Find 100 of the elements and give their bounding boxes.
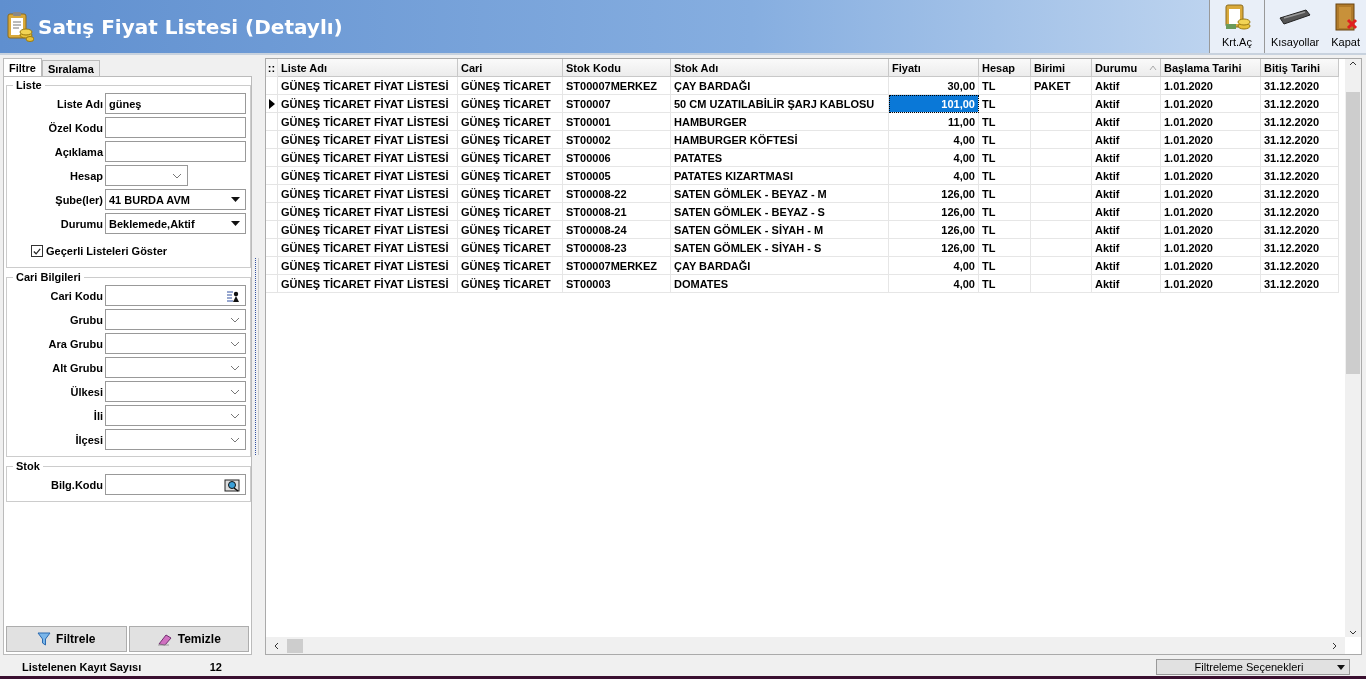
scroll-up-icon[interactable] (1349, 61, 1357, 66)
caret-down-icon (231, 221, 240, 226)
table-cell: TL (979, 95, 1031, 113)
table-cell: GÜNEŞ TİCARET (458, 113, 563, 131)
dropdown-field[interactable] (105, 405, 246, 426)
table-cell: GÜNEŞ TİCARET FİYAT LİSTESİ (278, 239, 458, 257)
scroll-left-icon[interactable] (274, 641, 279, 650)
table-cell (1031, 131, 1092, 149)
column-header[interactable]: Başlama Tarihi (1161, 59, 1261, 77)
table-cell: Aktif (1092, 95, 1161, 113)
vertical-scrollbar[interactable] (1345, 59, 1361, 637)
table-cell: 126,00 (889, 185, 979, 203)
field-label: Hesap (68, 169, 103, 182)
table-cell (1031, 95, 1092, 113)
shortcuts-button[interactable]: Kısayollar (1264, 0, 1326, 53)
lookup-field[interactable] (105, 474, 246, 495)
dropdown-field[interactable] (105, 165, 188, 186)
table-cell: ST00001 (563, 113, 671, 131)
dropdown-field[interactable]: 41 BURDA AVM (105, 189, 246, 210)
chevron-down-icon (230, 364, 240, 371)
table-cell: GÜNEŞ TİCARET (458, 95, 563, 113)
table-cell: GÜNEŞ TİCARET FİYAT LİSTESİ (278, 167, 458, 185)
table-cell: HAMBURGER (671, 113, 889, 131)
group-title: Liste (15, 79, 43, 91)
table-cell: 1.01.2020 (1161, 77, 1261, 95)
table-cell: Aktif (1092, 131, 1161, 149)
column-header[interactable]: Hesap (979, 59, 1031, 77)
table-cell: GÜNEŞ TİCARET (458, 149, 563, 167)
lookup-field[interactable] (105, 285, 246, 306)
column-header[interactable]: Bitiş Tarihi (1261, 59, 1339, 77)
grid-row[interactable]: GÜNEŞ TİCARET FİYAT LİSTESİ GÜNEŞ TİCARET ST00002 HAMBURGER KÖFTESİ 4,00 TL Aktif 1.01.2020 31.12.2020 (266, 131, 1345, 149)
chevron-down-icon (230, 316, 240, 323)
grid-corner-handle[interactable]: :: (266, 59, 278, 77)
scroll-right-icon[interactable] (1332, 641, 1337, 650)
chevron-down-icon (230, 388, 240, 395)
table-cell: TL (979, 203, 1031, 221)
dropdown-field[interactable] (105, 333, 246, 354)
grid-row[interactable]: GÜNEŞ TİCARET FİYAT LİSTESİ GÜNEŞ TİCARET ST00008-23 SATEN GÖMLEK - SİYAH - S 126,00 TL Aktif 1.01.2020 31.12.2020 (266, 239, 1345, 257)
grid-row[interactable]: GÜNEŞ TİCARET FİYAT LİSTESİ GÜNEŞ TİCARET ST00008-24 SATEN GÖMLEK - SİYAH - M 126,00 TL Aktif 1.01.2020 31.12.2020 (266, 221, 1345, 239)
table-cell: 1.01.2020 (1161, 95, 1261, 113)
table-cell: GÜNEŞ TİCARET (458, 131, 563, 149)
chevron-down-icon (230, 412, 240, 419)
table-cell (1031, 185, 1092, 203)
table-cell: TL (979, 257, 1031, 275)
column-header[interactable]: Stok Adı (671, 59, 889, 77)
grid-row[interactable]: GÜNEŞ TİCARET FİYAT LİSTESİ GÜNEŞ TİCARET ST00007 50 CM UZATILABİLİR ŞARJ KABLOSU 101,00 TL Aktif 1.01.2020 31.12.2020 (266, 95, 1345, 113)
grid-row[interactable]: GÜNEŞ TİCARET FİYAT LİSTESİ GÜNEŞ TİCARET ST00005 PATATES KIZARTMASI 4,00 TL Aktif 1.01.2020 31.12.2020 (266, 167, 1345, 185)
column-header[interactable]: Cari (458, 59, 563, 77)
tab[interactable]: Filtre (3, 58, 42, 76)
grid-row[interactable]: GÜNEŞ TİCARET FİYAT LİSTESİ GÜNEŞ TİCARET ST00007MERKEZ ÇAY BARDAĞI 4,00 TL Aktif 1.01.2020 31.12.2020 (266, 257, 1345, 275)
input-field[interactable] (105, 141, 246, 162)
table-cell: 101,00 (889, 95, 979, 113)
column-header[interactable]: Fiyatı (889, 59, 979, 77)
scroll-thumb[interactable] (1346, 92, 1360, 374)
dropdown-field[interactable] (105, 429, 246, 450)
filter-options-dropdown[interactable]: Filtreleme Seçenekleri (1156, 659, 1350, 675)
splitter-handle[interactable] (255, 258, 259, 455)
grid-row[interactable]: GÜNEŞ TİCARET FİYAT LİSTESİ GÜNEŞ TİCARET ST00001 HAMBURGER 11,00 TL Aktif 1.01.2020 31.12.2020 (266, 113, 1345, 131)
filter-button[interactable]: Filtrele (6, 626, 127, 652)
table-cell: Aktif (1092, 239, 1161, 257)
table-cell: 4,00 (889, 257, 979, 275)
table-cell: GÜNEŞ TİCARET FİYAT LİSTESİ (278, 149, 458, 167)
column-header[interactable]: Durumu (1092, 59, 1161, 77)
magnifier-book-icon (224, 477, 240, 492)
scroll-thumb[interactable] (287, 638, 303, 653)
table-cell: ST00008-22 (563, 185, 671, 203)
record-count-label: Listelenen Kayıt Sayısı (22, 661, 143, 673)
column-header[interactable]: Stok Kodu (563, 59, 671, 77)
clear-button[interactable]: Temizle (128, 626, 249, 652)
input-field[interactable]: güneş (105, 93, 246, 114)
grid-row[interactable]: GÜNEŞ TİCARET FİYAT LİSTESİ GÜNEŞ TİCARET ST00003 DOMATES 4,00 TL Aktif 1.01.2020 31.12.2020 (266, 275, 1345, 293)
field-label: Ara Grubu (47, 337, 103, 350)
table-cell: Aktif (1092, 221, 1161, 239)
dropdown-field[interactable] (105, 309, 246, 330)
grid-row[interactable]: GÜNEŞ TİCARET FİYAT LİSTESİ GÜNEŞ TİCARET ST00006 PATATES 4,00 TL Aktif 1.01.2020 31.12.2020 (266, 149, 1345, 167)
table-cell: 1.01.2020 (1161, 167, 1261, 185)
column-header[interactable]: Liste Adı (278, 59, 458, 77)
checkbox[interactable] (31, 245, 43, 257)
field-label: Ülkesi (69, 385, 103, 398)
dropdown-field[interactable] (105, 381, 246, 402)
grid-row[interactable]: GÜNEŞ TİCARET FİYAT LİSTESİ GÜNEŞ TİCARET ST00008-22 SATEN GÖMLEK - BEYAZ - M 126,00 TL Aktif 1.01.2020 31.12.2020 (266, 185, 1345, 203)
checkbox-label: Geçerli Listeleri Göster (46, 245, 168, 257)
grid-row[interactable]: GÜNEŞ TİCARET FİYAT LİSTESİ GÜNEŞ TİCARET ST00008-21 SATEN GÖMLEK - BEYAZ - S 126,00 TL Aktif 1.01.2020 31.12.2020 (266, 203, 1345, 221)
open-card-button[interactable]: Krt.Aç (1209, 0, 1265, 53)
field-label: İlçesi (74, 433, 103, 446)
tab[interactable]: Sıralama (41, 60, 100, 76)
table-cell: 1.01.2020 (1161, 221, 1261, 239)
dropdown-field[interactable]: Beklemede,Aktif (105, 213, 246, 234)
column-header[interactable]: Birimi (1031, 59, 1092, 77)
scroll-down-icon[interactable] (1349, 630, 1357, 635)
table-cell: 4,00 (889, 167, 979, 185)
dropdown-field[interactable] (105, 357, 246, 378)
close-button[interactable]: Kapat (1325, 0, 1366, 53)
input-field[interactable] (105, 117, 246, 138)
horizontal-scrollbar[interactable] (266, 637, 1345, 654)
grid-row[interactable]: GÜNEŞ TİCARET FİYAT LİSTESİ GÜNEŞ TİCARET ST00007MERKEZ ÇAY BARDAĞI 30,00 TL PAKET Aktif 1.01.2020 31.12.2020 (266, 77, 1345, 95)
table-cell: Aktif (1092, 113, 1161, 131)
record-count: 12 (208, 661, 222, 673)
table-cell: Aktif (1092, 257, 1161, 275)
chevron-down-icon (230, 436, 240, 443)
